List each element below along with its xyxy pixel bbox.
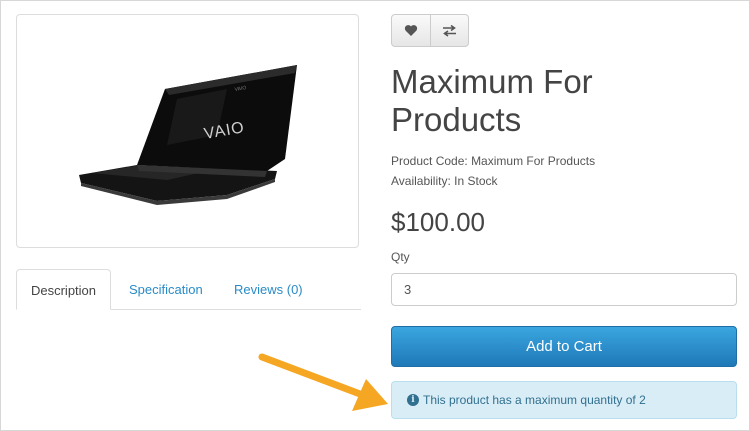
max-quantity-alert: i This product has a maximum quantity of…	[391, 381, 737, 419]
annotation-arrow-icon	[258, 353, 388, 411]
product-title: Maximum For Products	[391, 63, 593, 138]
compare-button[interactable]	[430, 15, 468, 46]
availability-value: In Stock	[454, 174, 498, 188]
product-code-label: Product Code:	[391, 154, 468, 168]
product-page: VAIO VAIO Description Specification Revi…	[0, 0, 750, 431]
add-to-wishlist-button[interactable]	[392, 15, 431, 46]
add-to-cart-button[interactable]: Add to Cart	[391, 326, 737, 367]
tab-description[interactable]: Description	[16, 269, 111, 310]
product-action-buttons	[391, 14, 469, 47]
laptop-image: VAIO VAIO	[79, 65, 297, 205]
alert-message: This product has a maximum quantity of 2	[423, 393, 646, 407]
product-tabs: Description Specification Reviews (0)	[16, 269, 361, 310]
qty-label: Qty	[391, 250, 410, 264]
product-image-thumbnail[interactable]: VAIO VAIO	[16, 14, 359, 248]
product-price: $100.00	[391, 207, 485, 237]
info-circle-icon: i	[407, 394, 419, 406]
product-code-row: Product Code: Maximum For Products	[391, 151, 595, 171]
product-code-value: Maximum For Products	[471, 154, 596, 168]
product-meta: Product Code: Maximum For Products Avail…	[391, 151, 595, 191]
exchange-icon	[442, 24, 456, 37]
qty-input[interactable]	[391, 273, 737, 306]
tab-specification[interactable]: Specification	[129, 269, 203, 309]
availability-row: Availability: In Stock	[391, 171, 595, 191]
tab-reviews[interactable]: Reviews (0)	[234, 269, 303, 309]
heart-icon	[404, 25, 418, 36]
availability-label: Availability:	[391, 174, 451, 188]
